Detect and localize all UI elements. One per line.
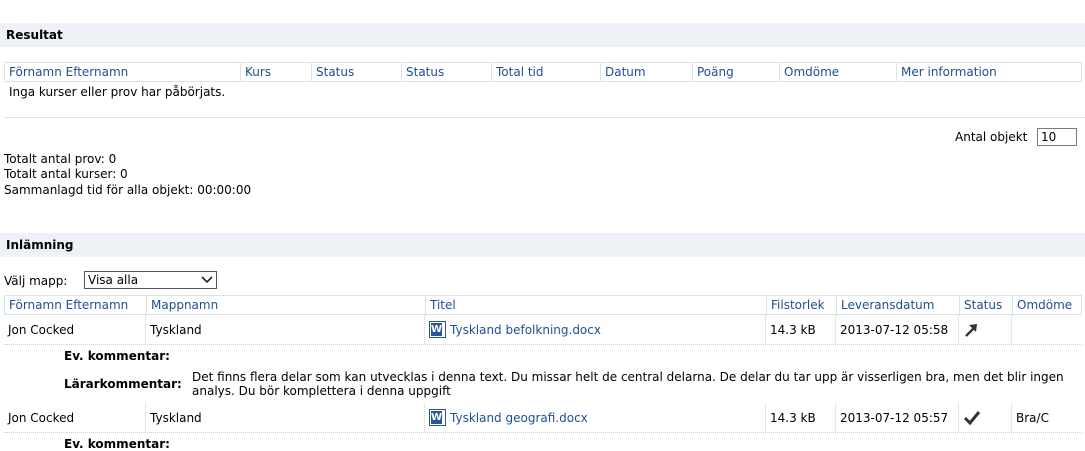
cell-status [958,315,1011,344]
resultat-header: Resultat [0,23,1085,47]
col-leveransdatum[interactable]: Leveransdatum [836,296,959,314]
cell-name: Jon Cocked [8,410,75,425]
arrow-icon [965,323,977,337]
cell-size: 14.3 kB [765,403,835,432]
file-link[interactable]: Tyskland befolkning.docx [450,323,601,337]
chevron-down-icon [201,276,213,284]
col-fornamn-efternamn[interactable]: Förnamn Efternamn [5,296,145,314]
summary-kurser: Totalt antal kurser: 0 [4,167,128,181]
lararkommentar-line2: analys. Du bör komplettera i denna uppgi… [192,384,451,398]
cell-title[interactable]: Tyskland befolkning.docx [424,315,765,344]
divider [4,117,1085,118]
inlamning-table-header: Förnamn Efternamn Mappnamn Titel Filstor… [4,295,1082,315]
folder-select-value: Visa alla [88,273,139,287]
summary-prov: Totalt antal prov: 0 [4,152,117,166]
col-omdome[interactable]: Omdöme [1012,296,1083,314]
cell-size: 14.3 kB [765,315,835,344]
cell-date: 2013-07-12 05:57 [835,403,958,432]
col-filstorlek[interactable]: Filstorlek [766,296,836,314]
file-link[interactable]: Tyskland geografi.docx [450,411,588,425]
col-kurs[interactable]: Kurs [240,63,311,81]
lararkommentar-line1: Det finns flera delar som kan utvecklas … [192,370,1064,384]
col-titel[interactable]: Titel [425,296,766,314]
cell-status [958,403,1011,432]
col-poang[interactable]: Poäng [692,63,779,81]
empty-message: Inga kurser eller prov har påbörjats. [9,85,226,99]
cell-title[interactable]: Tyskland geografi.docx [424,403,765,432]
cell-date: 2013-07-12 05:58 [835,315,958,344]
ev-kommentar-label: Ev. kommentar: [64,349,170,363]
ev-kommentar-label-2: Ev. kommentar: [64,437,170,451]
col-datum[interactable]: Datum [600,63,692,81]
summary-tid: Sammanlagd tid för alla objekt: 00:00:00 [4,183,252,197]
inlamning-header: Inlämning [0,233,1085,257]
cell-name: Jon Cocked [8,322,75,337]
antal-objekt-input[interactable] [1037,128,1077,146]
folder-select[interactable]: Visa alla [84,271,217,289]
col-total-tid[interactable]: Total tid [491,63,600,81]
checkmark-icon [963,410,981,425]
col-fornamn-efternamn[interactable]: Förnamn Efternamn [5,63,238,81]
lararkommentar-label: Lärarkommentar: [64,377,182,391]
word-document-icon [429,321,446,338]
word-document-icon [429,409,446,426]
col-status-1[interactable]: Status [311,63,401,81]
col-status[interactable]: Status [959,296,1012,314]
col-omdome[interactable]: Omdöme [779,63,896,81]
resultat-table-header: Förnamn Efternamn Kurs Status Status Tot… [4,62,1082,82]
col-mer-information[interactable]: Mer information [896,63,1082,81]
table-row: Jon Cocked Tyskland Tyskland befolkning.… [4,315,1082,345]
cell-grade: Bra/C [1011,403,1082,432]
table-row: Jon Cocked Tyskland Tyskland geografi.do… [4,403,1082,433]
antal-objekt-label: Antal objekt [955,130,1028,144]
cell-grade [1011,315,1082,344]
col-mappnamn[interactable]: Mappnamn [146,296,425,314]
cell-folder: Tyskland [145,315,424,344]
folder-label: Välj mapp: [4,274,68,288]
cell-folder: Tyskland [145,403,424,432]
col-status-2[interactable]: Status [401,63,491,81]
